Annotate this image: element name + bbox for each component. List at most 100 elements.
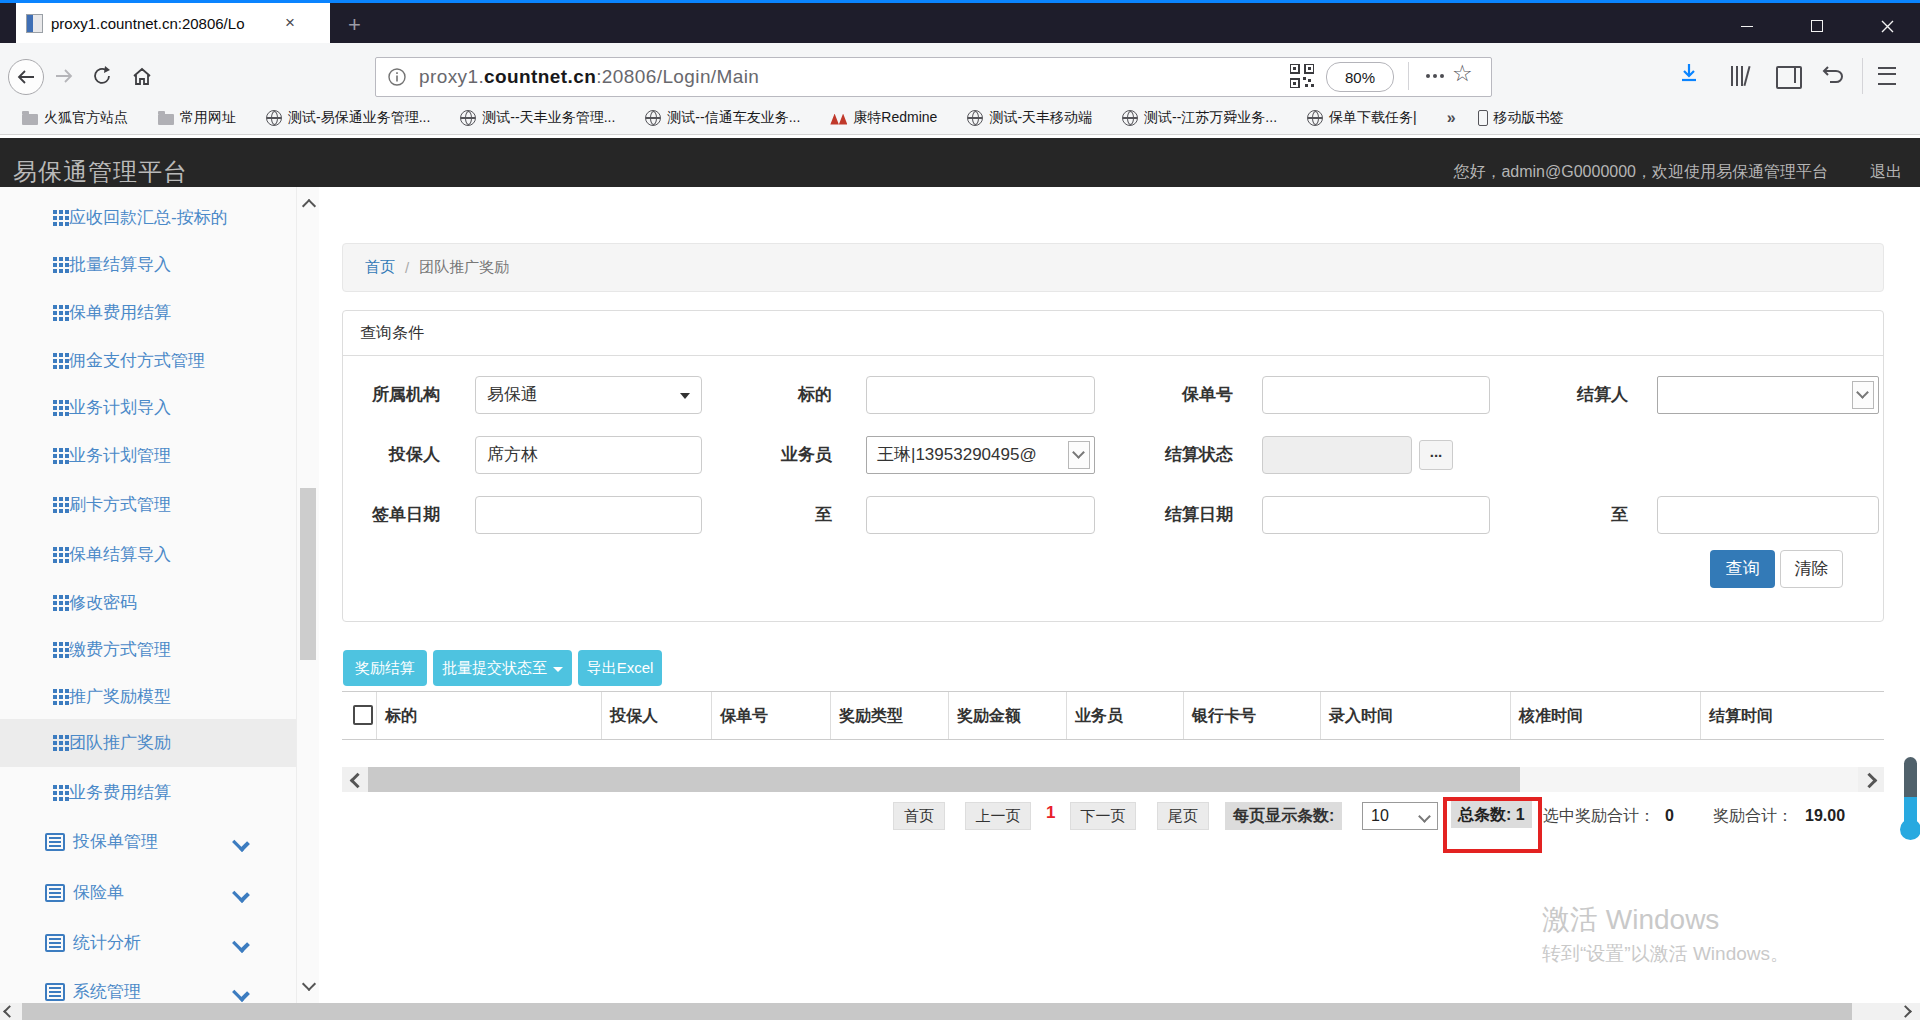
scroll-up-icon[interactable] xyxy=(302,199,316,213)
scroll-right-button[interactable] xyxy=(1858,767,1884,792)
forward-button[interactable] xyxy=(52,64,76,88)
org-select[interactable]: 易保通 xyxy=(475,376,702,414)
policy-input[interactable] xyxy=(1262,376,1490,414)
applicant-input[interactable]: 席方林 xyxy=(475,436,702,474)
grid-icon xyxy=(53,257,69,273)
qr-code-icon[interactable] xyxy=(1290,64,1314,92)
menu-icon[interactable] xyxy=(1878,67,1896,85)
sidebar-item-15[interactable]: 保险单 xyxy=(0,869,296,917)
caret-down-icon xyxy=(680,393,690,399)
export-excel-button[interactable]: 导出Excel xyxy=(578,650,662,686)
downloads-icon[interactable] xyxy=(1678,62,1700,88)
sidebar-item-4[interactable]: 佣金支付方式管理 xyxy=(0,337,296,385)
bookmarks-overflow-icon[interactable]: » xyxy=(1447,109,1456,127)
reload-button[interactable] xyxy=(91,64,115,88)
page: proxy1.countnet.cn:20806/Lo × + proxy1.c… xyxy=(0,0,1920,1020)
phone-icon xyxy=(1478,110,1488,126)
sidebar-item-11[interactable]: 推广奖励模型 xyxy=(0,673,296,721)
bookmark-item[interactable]: 火狐官方站点 xyxy=(22,109,128,127)
pagination-first-button[interactable]: 首页 xyxy=(893,802,945,830)
bookmark-item[interactable]: 测试--信通车友业务... xyxy=(645,109,800,127)
bookmark-item[interactable]: 测试-易保通业务管理... xyxy=(266,109,430,127)
sidebar-item-6[interactable]: 业务计划管理 xyxy=(0,432,296,480)
zoom-level-badge[interactable]: 80% xyxy=(1326,62,1394,92)
status-more-button[interactable]: ... xyxy=(1419,440,1453,470)
sidebar-scrollbar[interactable] xyxy=(296,187,319,1003)
chevron-right-icon xyxy=(1899,1005,1912,1018)
logout-link[interactable]: 退出 xyxy=(1870,162,1902,183)
subject-input[interactable] xyxy=(866,376,1095,414)
sidebar-item-9[interactable]: 修改密码 xyxy=(0,579,296,627)
policy-label: 保单号 xyxy=(1100,376,1233,414)
url-bar[interactable]: proxy1.countnet.cn:20806/Login/Main xyxy=(375,57,1492,97)
bookmark-item[interactable]: 保单下载任务| xyxy=(1307,109,1417,127)
sidebar-item-14[interactable]: 投保单管理 xyxy=(0,818,296,866)
reward-settle-button[interactable]: 奖励结算 xyxy=(343,650,427,686)
browser-tab[interactable]: proxy1.countnet.cn:20806/Lo × xyxy=(16,3,330,43)
sidebar-item-7[interactable]: 刷卡方式管理 xyxy=(0,481,296,529)
breadcrumb-separator: / xyxy=(405,259,409,276)
sidebar-item-13[interactable]: 业务费用结算 xyxy=(0,769,296,817)
bookmark-item[interactable]: 常用网址 xyxy=(158,109,236,127)
back-button[interactable] xyxy=(8,59,44,95)
bookmark-item[interactable]: 康特Redmine xyxy=(830,109,937,127)
pagination-current-page: 1 xyxy=(1046,803,1055,823)
sidebar-item-label: 刷卡方式管理 xyxy=(69,481,171,529)
page-actions-icon[interactable] xyxy=(1418,62,1452,90)
breadcrumb-home-link[interactable]: 首页 xyxy=(365,258,395,277)
tab-close-icon[interactable]: × xyxy=(285,13,295,33)
sidebar-item-16[interactable]: 统计分析 xyxy=(0,919,296,967)
agent-select[interactable]: 王琳|13953290495@ xyxy=(866,436,1095,474)
sidebar-toggle-icon[interactable] xyxy=(1776,66,1802,89)
sidebar-item-1[interactable]: 应收回款汇总-按标的 xyxy=(0,194,296,242)
page-horizontal-scrollbar[interactable] xyxy=(0,1003,1920,1020)
page-size-select[interactable]: 10 xyxy=(1362,802,1438,830)
document-icon xyxy=(45,934,65,952)
bookmark-item[interactable]: 测试--天丰业务管理... xyxy=(460,109,615,127)
sidebar-item-8[interactable]: 保单结算导入 xyxy=(0,531,296,579)
sidebar-item-3[interactable]: 保单费用结算 xyxy=(0,289,296,337)
bookmark-star-icon[interactable]: ☆ xyxy=(1452,60,1473,87)
sidebar-item-17[interactable]: 系统管理 xyxy=(0,968,296,1003)
undo-icon[interactable] xyxy=(1822,62,1846,88)
settler-select[interactable] xyxy=(1657,376,1879,414)
signdate-to-input[interactable] xyxy=(866,496,1095,534)
window-close-button[interactable] xyxy=(1864,6,1910,46)
window-maximize-button[interactable] xyxy=(1794,6,1840,46)
scroll-left-button[interactable] xyxy=(342,767,368,792)
select-arrow-icon xyxy=(1418,810,1431,823)
scroll-down-icon[interactable] xyxy=(302,977,316,991)
clear-button[interactable]: 清除 xyxy=(1780,550,1843,588)
table-scrollbar-thumb[interactable] xyxy=(368,767,1520,792)
bookmark-label: 测试--江苏万舜业务... xyxy=(1144,109,1277,127)
bookmark-item[interactable]: 测试--江苏万舜业务... xyxy=(1122,109,1277,127)
pagination-prev-button[interactable]: 上一页 xyxy=(965,802,1031,830)
home-button[interactable] xyxy=(130,64,154,88)
library-icon[interactable] xyxy=(1728,64,1752,88)
sidebar-item-10[interactable]: 缴费方式管理 xyxy=(0,626,296,674)
select-all-checkbox[interactable] xyxy=(353,705,373,725)
select-arrow-icon xyxy=(1068,441,1090,469)
signdate-input[interactable] xyxy=(475,496,702,534)
sidebar-item-5[interactable]: 业务计划导入 xyxy=(0,384,296,432)
window-minimize-button[interactable] xyxy=(1724,6,1770,46)
new-tab-button[interactable]: + xyxy=(348,13,361,37)
bookmark-item[interactable]: 测试-天丰移动端 xyxy=(967,109,1092,127)
table-horizontal-scrollbar[interactable] xyxy=(342,767,1884,792)
sidebar-item-label: 业务计划导入 xyxy=(69,384,171,432)
settledate-input[interactable] xyxy=(1262,496,1490,534)
pagination-next-button[interactable]: 下一页 xyxy=(1070,802,1136,830)
search-button[interactable]: 查询 xyxy=(1710,550,1775,588)
pagination-last-button[interactable]: 尾页 xyxy=(1157,802,1209,830)
site-info-icon[interactable] xyxy=(388,68,406,86)
sidebar-scrollbar-thumb[interactable] xyxy=(300,488,316,660)
sidebar-item-12[interactable]: 团队推广奖励 xyxy=(0,719,296,767)
grid-icon xyxy=(53,305,69,321)
sidebar-item-2[interactable]: 批量结算导入 xyxy=(0,241,296,289)
settledate-to-input[interactable] xyxy=(1657,496,1879,534)
bookmark-item[interactable]: 移动版书签 xyxy=(1478,109,1564,127)
batch-submit-button[interactable]: 批量提交状态至 xyxy=(433,650,572,686)
sidebar-item-label: 应收回款汇总-按标的 xyxy=(69,194,228,242)
page-scrollbar-thumb[interactable] xyxy=(22,1003,1852,1020)
sidebar-item-label: 批量结算导入 xyxy=(69,241,171,289)
